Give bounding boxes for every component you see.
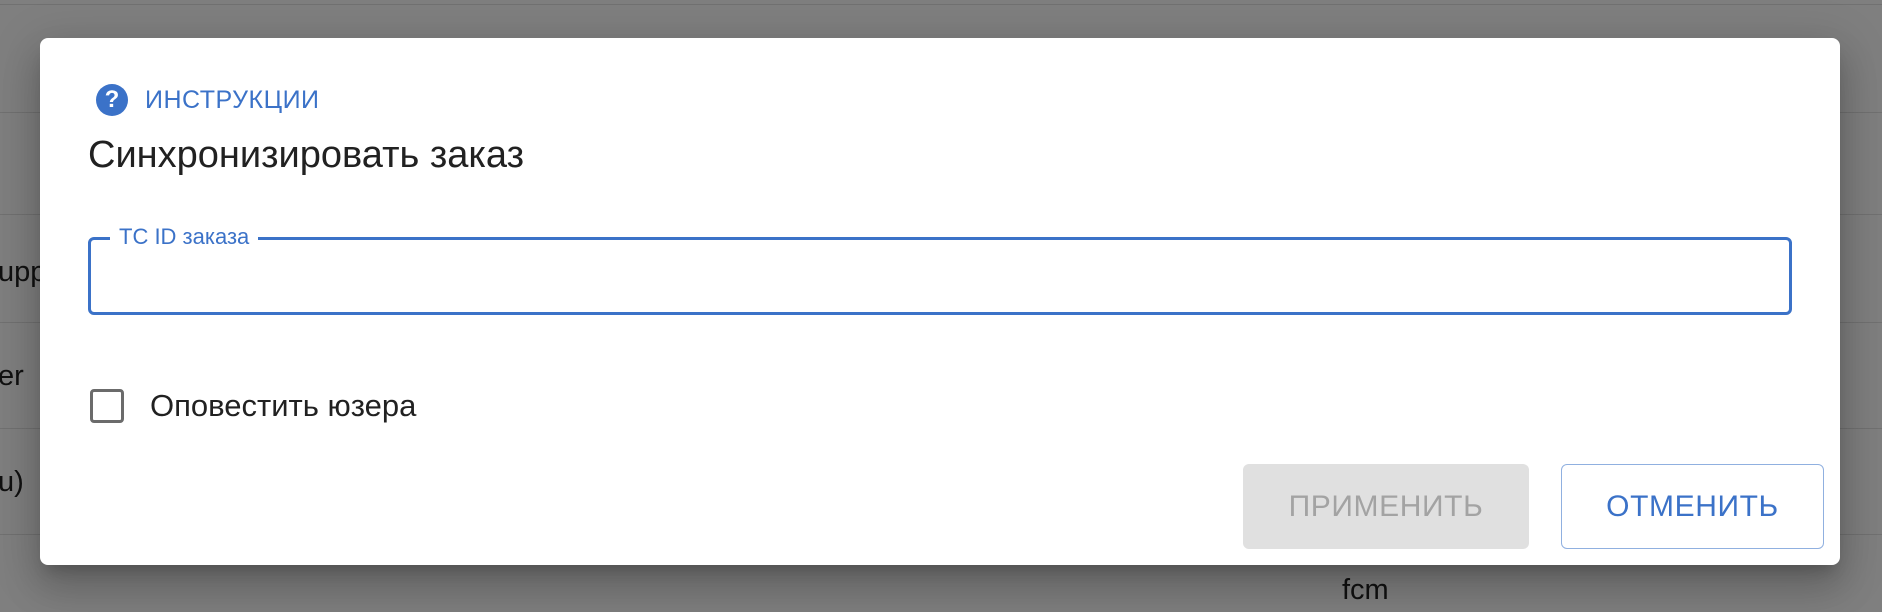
notify-user-checkbox[interactable] <box>90 389 124 423</box>
apply-button[interactable]: ПРИМЕНИТЬ <box>1243 464 1529 549</box>
cancel-button[interactable]: ОТМЕНИТЬ <box>1561 464 1824 549</box>
instructions-link[interactable]: ? ИНСТРУКЦИИ <box>96 82 320 118</box>
order-id-field-label: TC ID заказа <box>110 224 259 250</box>
help-circle-icon: ? <box>96 84 128 116</box>
order-id-field: TC ID заказа <box>88 224 1792 315</box>
notify-user-label: Оповестить юзера <box>150 388 417 423</box>
order-id-input[interactable] <box>107 250 1767 302</box>
notify-user-option[interactable]: Оповестить юзера <box>90 386 416 426</box>
dialog-title: Синхронизировать заказ <box>88 134 525 176</box>
instructions-label: ИНСТРУКЦИИ <box>145 85 320 114</box>
sync-order-dialog: ? ИНСТРУКЦИИ Синхронизировать заказ TC I… <box>40 38 1840 565</box>
